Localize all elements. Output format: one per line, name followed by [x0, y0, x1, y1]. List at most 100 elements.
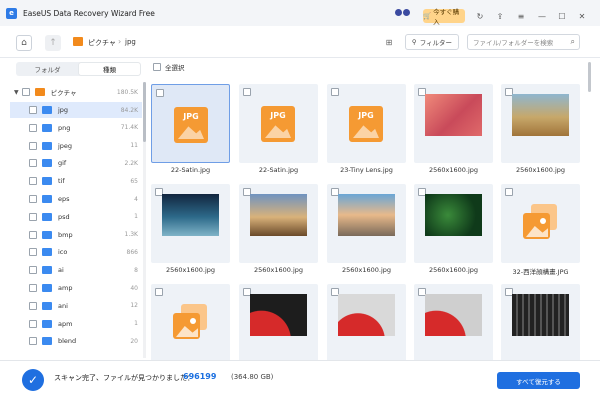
tile-checkbox[interactable] — [331, 88, 339, 96]
ninja-mascot-icon[interactable] — [395, 8, 411, 20]
tab-folders[interactable]: フォルダ — [17, 63, 78, 75]
tile-checkbox[interactable] — [505, 188, 513, 196]
file-tile[interactable]: JPG — [239, 84, 318, 163]
checkbox[interactable] — [29, 177, 37, 186]
tree-item-jpg[interactable]: jpg 84.2K — [10, 102, 142, 118]
tree-item-label: apm — [58, 319, 73, 328]
checkbox[interactable] — [29, 159, 37, 168]
file-tile[interactable] — [414, 284, 493, 363]
minimize-icon[interactable]: — — [536, 10, 548, 22]
folder-icon — [42, 106, 52, 114]
jpg-file-icon: JPG — [349, 106, 383, 142]
folder-icon — [42, 159, 52, 168]
filter-button[interactable]: ⚲ フィルター — [405, 34, 459, 50]
recover-all-button[interactable]: すべて復元する — [497, 372, 580, 389]
sidebar-scrollbar-thumb[interactable] — [143, 82, 146, 142]
tree-item-ani[interactable]: ani 12 — [10, 298, 142, 314]
tile-checkbox[interactable] — [155, 288, 163, 296]
search-input[interactable]: ファイル/フォルダーを検索 ⌕ — [467, 34, 580, 50]
tree-item-gif[interactable]: gif 2.2K — [10, 155, 142, 171]
tile-checkbox[interactable] — [243, 88, 251, 96]
tree-item-label: ピクチャ — [50, 89, 77, 97]
file-tile[interactable] — [151, 184, 230, 263]
tree-item-eps[interactable]: eps 4 — [10, 191, 142, 207]
photo-thumbnail — [250, 194, 307, 236]
checkbox[interactable] — [29, 301, 37, 310]
tile-checkbox[interactable] — [156, 89, 164, 97]
file-tile[interactable] — [501, 84, 580, 163]
close-icon[interactable]: ✕ — [576, 10, 588, 22]
checkbox[interactable] — [29, 195, 37, 203]
file-tile[interactable] — [414, 184, 493, 263]
checkbox[interactable] — [21, 88, 30, 96]
select-all-checkbox[interactable] — [153, 63, 161, 71]
tree-item-tif[interactable]: tif 65 — [10, 173, 142, 189]
tree-item-label: psd — [58, 212, 70, 221]
home-button[interactable]: ⌂ — [16, 35, 32, 51]
checkbox[interactable] — [29, 266, 37, 275]
checkbox[interactable] — [29, 123, 37, 132]
file-tile[interactable] — [239, 284, 318, 363]
content-scrollbar-thumb[interactable] — [588, 62, 591, 92]
image-file-icon — [171, 304, 209, 340]
tree-item-apm[interactable]: apm 1 — [10, 316, 142, 332]
file-tile[interactable]: JPG — [151, 84, 230, 163]
checkbox[interactable] — [29, 141, 37, 150]
breadcrumb-pictures[interactable]: ピクチャ — [88, 38, 116, 48]
tree-root-pictures[interactable]: ▼ ピクチャ 180.5K — [10, 84, 142, 100]
maximize-icon[interactable]: ☐ — [556, 10, 568, 22]
checkbox[interactable] — [29, 106, 37, 114]
photo-thumbnail — [338, 294, 395, 336]
select-all[interactable]: 全選択 — [153, 62, 185, 72]
tab-types[interactable]: 種類 — [79, 63, 140, 75]
photo-thumbnail — [338, 194, 395, 236]
scan-complete-check-icon: ✓ — [22, 369, 44, 391]
file-name-label: 2560x1600.jpg — [165, 266, 216, 274]
file-tile[interactable] — [327, 284, 406, 363]
photo-thumbnail — [425, 194, 482, 236]
breadcrumb-jpg[interactable]: jpg — [125, 38, 136, 46]
checkbox[interactable] — [29, 212, 37, 221]
menu-icon[interactable]: ≡ — [515, 10, 527, 22]
checkbox[interactable] — [29, 337, 37, 346]
tree-item-count: 1 — [134, 213, 138, 221]
file-tile[interactable] — [501, 284, 580, 363]
checkbox[interactable] — [29, 248, 37, 257]
tree-item-label: blend — [58, 337, 77, 346]
folder-icon — [42, 266, 52, 275]
upgrade-icon[interactable]: ⇪ — [494, 10, 506, 22]
file-tile[interactable] — [151, 284, 230, 363]
up-button[interactable]: ↑ — [45, 35, 61, 51]
tree-item-label: jpeg — [58, 141, 73, 150]
checkbox[interactable] — [29, 230, 37, 239]
tree-item-count: 40 — [130, 284, 138, 292]
tree-item-blend[interactable]: blend 20 — [10, 333, 142, 349]
tree-item-jpeg[interactable]: jpeg 11 — [10, 138, 142, 154]
file-tile[interactable] — [414, 84, 493, 163]
tree-item-psd[interactable]: psd 1 — [10, 209, 142, 225]
tree-item-bmp[interactable]: bmp 1.3K — [10, 227, 142, 243]
file-tile[interactable]: JPG — [327, 84, 406, 163]
expand-arrow-icon[interactable]: ▼ — [14, 89, 19, 96]
file-name-label: 32-西洋顔構畫.JPG — [512, 268, 569, 276]
tree-item-ico[interactable]: ico 866 — [10, 244, 142, 260]
checkbox[interactable] — [29, 284, 37, 292]
app-logo-icon: e — [6, 7, 17, 19]
tree-item-count: 2.2K — [124, 159, 138, 167]
tree-item-ai[interactable]: ai 8 — [10, 262, 142, 278]
tree-item-count: 1.3K — [124, 231, 138, 239]
buy-now-button[interactable]: 🛒 今すぐ購入 — [423, 8, 465, 26]
tree-item-label: bmp — [58, 230, 73, 239]
checkbox[interactable] — [29, 319, 37, 328]
select-all-label: 全選択 — [165, 64, 185, 72]
tree-item-amp[interactable]: amp 40 — [10, 280, 142, 296]
grid-view-icon[interactable]: ⊞ — [382, 35, 396, 49]
tree-item-png[interactable]: png 71.4K — [10, 120, 142, 136]
file-tile[interactable] — [501, 184, 580, 263]
feedback-icon[interactable]: ↻ — [474, 10, 486, 22]
search-icon[interactable]: ⌕ — [571, 37, 575, 47]
file-tile[interactable] — [327, 184, 406, 263]
found-file-size: (364.80 GB) — [231, 373, 274, 381]
file-tile[interactable] — [239, 184, 318, 263]
folder-icon — [42, 195, 52, 203]
